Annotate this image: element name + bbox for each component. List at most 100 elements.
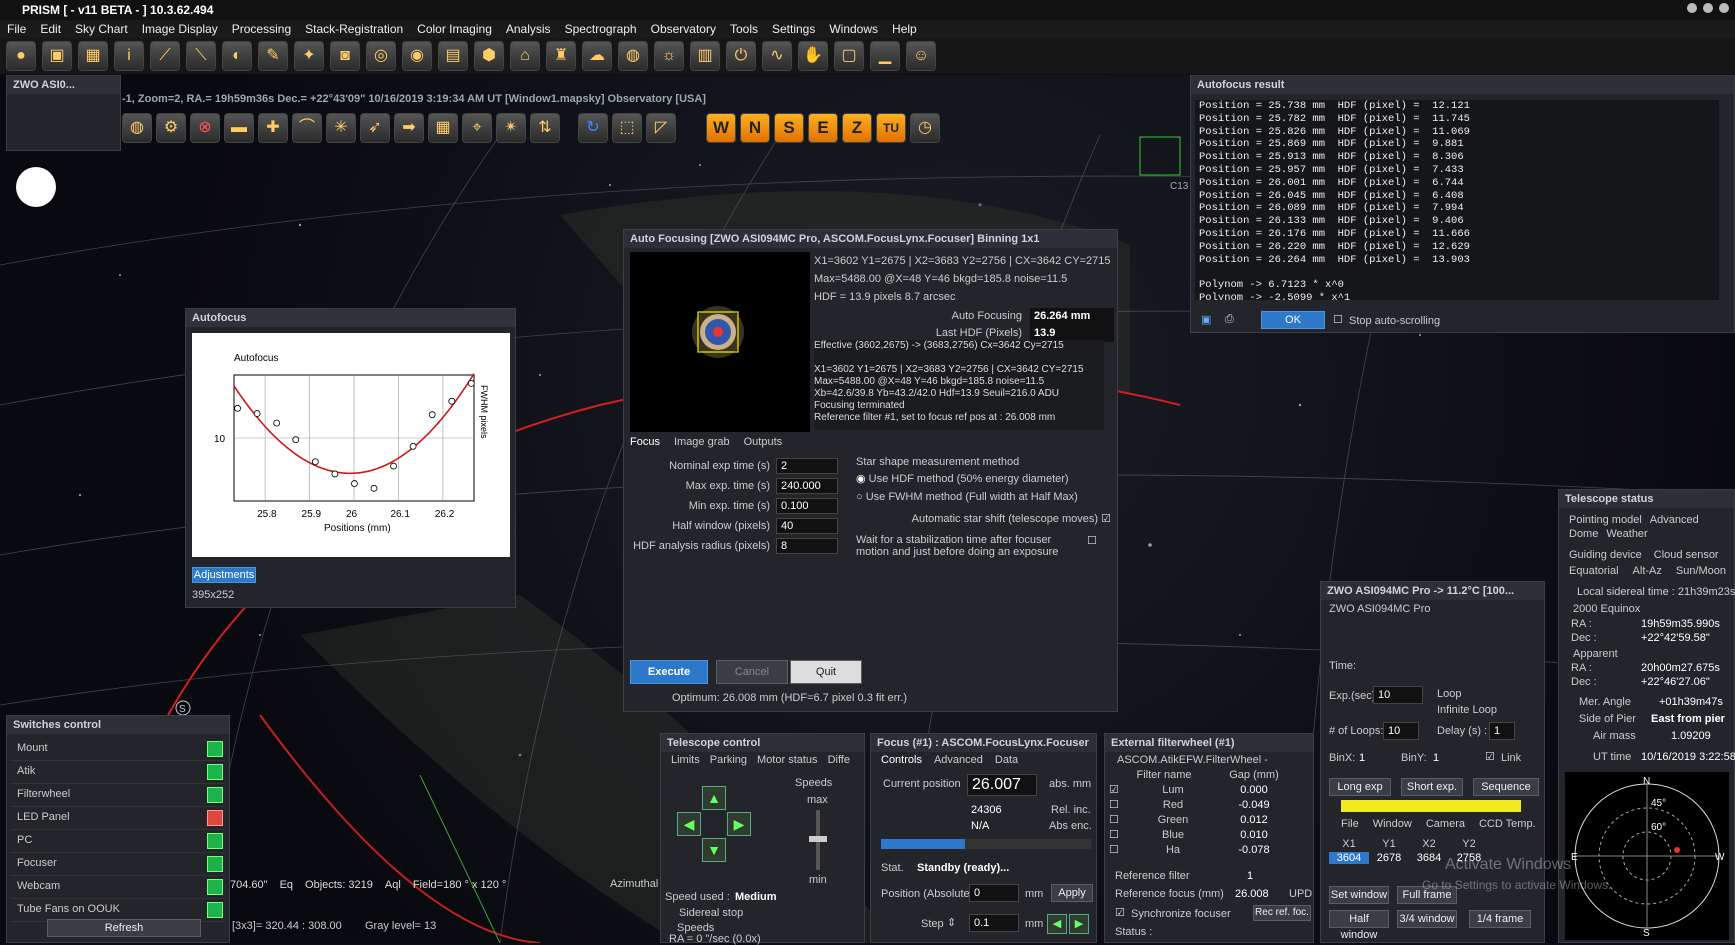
- burst-icon[interactable]: ✴: [496, 113, 526, 143]
- gears-icon[interactable]: ⚙: [156, 113, 186, 143]
- filter-checkbox[interactable]: ☐: [1109, 828, 1127, 843]
- arc-icon[interactable]: ⌒: [292, 113, 322, 143]
- tab-sun-moon[interactable]: Sun/Moon: [1676, 565, 1726, 577]
- delay-input[interactable]: 1: [1489, 722, 1515, 740]
- filter-gap[interactable]: -0.049: [1219, 798, 1289, 813]
- user-icon[interactable]: ☺: [906, 41, 936, 71]
- menu-windows[interactable]: Windows: [822, 20, 885, 38]
- menu-edit[interactable]: Edit: [33, 20, 68, 38]
- stop-scroll-checkbox[interactable]: ☐: [1333, 313, 1343, 326]
- execute-button[interactable]: Execute: [630, 660, 708, 684]
- copy-icon[interactable]: ▣: [1201, 313, 1211, 326]
- tab-window[interactable]: Window: [1373, 818, 1412, 830]
- wand-icon[interactable]: ✎: [258, 41, 288, 71]
- filter-checkbox[interactable]: ☐: [1109, 843, 1127, 858]
- exp-input[interactable]: 10: [1373, 686, 1423, 704]
- ruler-icon[interactable]: ◸: [646, 113, 676, 143]
- nav-n-button[interactable]: N: [740, 113, 770, 143]
- calc-icon[interactable]: ▥: [690, 41, 720, 71]
- speed-slider-handle[interactable]: [809, 836, 827, 842]
- switch-toggle[interactable]: [207, 741, 223, 757]
- three-quarter-button[interactable]: 3/4 window: [1397, 910, 1457, 928]
- tab-equatorial[interactable]: Equatorial: [1569, 565, 1619, 577]
- save-icon[interactable]: ▣: [42, 41, 72, 71]
- camera-icon[interactable]: ◙: [330, 41, 360, 71]
- coord-value[interactable]: 2678: [1369, 852, 1409, 864]
- observatory-icon[interactable]: ♜: [546, 41, 576, 71]
- filter-row[interactable]: ☑ Lum 0.000: [1109, 783, 1299, 798]
- sphere-icon[interactable]: ◍: [618, 41, 648, 71]
- menu-processing[interactable]: Processing: [225, 20, 298, 38]
- cancel-button[interactable]: Cancel: [716, 660, 788, 684]
- param-input[interactable]: 40: [776, 518, 838, 534]
- tab-pointing-model[interactable]: Pointing model: [1569, 514, 1642, 526]
- power-icon[interactable]: ⏻: [726, 41, 756, 71]
- hdf-radio[interactable]: ◉: [856, 473, 869, 485]
- menu-analysis[interactable]: Analysis: [499, 20, 558, 38]
- maximize-icon[interactable]: [1703, 3, 1713, 13]
- upd-label[interactable]: UPD: [1289, 888, 1312, 900]
- menu-file[interactable]: File: [0, 20, 33, 38]
- link-checkbox[interactable]: ☑: [1485, 750, 1495, 763]
- set-window-button[interactable]: Set window: [1329, 886, 1389, 904]
- wait-checkbox[interactable]: ☐: [1087, 534, 1097, 558]
- calendar-icon[interactable]: ▦: [428, 113, 458, 143]
- nav-w-button[interactable]: W: [706, 113, 736, 143]
- switch-toggle[interactable]: [207, 764, 223, 780]
- quarter-frame-button[interactable]: 1/4 frame: [1469, 910, 1531, 928]
- param-input[interactable]: 240.000: [776, 478, 838, 494]
- tab-ccd-temp[interactable]: CCD Temp.: [1479, 818, 1536, 830]
- clock-icon[interactable]: ◷: [910, 113, 940, 143]
- cloud-icon[interactable]: ☁: [582, 41, 612, 71]
- step-spinner-icon[interactable]: ⇕: [947, 916, 956, 929]
- filter-checkbox[interactable]: ☐: [1109, 813, 1127, 828]
- dome-icon[interactable]: ⌂: [510, 41, 540, 71]
- filter-gap[interactable]: -0.078: [1219, 843, 1289, 858]
- image-icon[interactable]: ▦: [78, 41, 108, 71]
- focuser-icon[interactable]: ◎: [366, 41, 396, 71]
- sequence-button[interactable]: Sequence: [1473, 778, 1539, 796]
- cancel-icon[interactable]: ⊗: [190, 113, 220, 143]
- tab-cloud-sensor[interactable]: Cloud sensor: [1654, 549, 1719, 561]
- panel-icon[interactable]: ▢: [834, 41, 864, 71]
- switch-toggle[interactable]: [207, 810, 223, 826]
- tab-diffe[interactable]: Diffe: [828, 754, 850, 766]
- status-projection[interactable]: Eq: [280, 879, 293, 891]
- auto-shift-checkbox[interactable]: ☑: [1098, 513, 1111, 525]
- step-input[interactable]: 0.1: [969, 914, 1019, 932]
- tab-motor-status[interactable]: Motor status: [757, 754, 818, 766]
- open-icon[interactable]: ●: [6, 41, 36, 71]
- adjustments-button[interactable]: Adjustments: [192, 567, 256, 583]
- moon-icon[interactable]: ◐: [222, 41, 252, 71]
- filter-gap[interactable]: 0.012: [1219, 813, 1289, 828]
- param-input[interactable]: 2: [776, 458, 838, 474]
- switch-toggle[interactable]: [207, 787, 223, 803]
- globe-icon[interactable]: ◍: [122, 113, 152, 143]
- filter-gap[interactable]: 0.010: [1219, 828, 1289, 843]
- focus-out-icon[interactable]: ▶: [1069, 914, 1089, 934]
- mount-icon[interactable]: ⟍: [186, 41, 216, 71]
- half-window-button[interactable]: Half window: [1329, 910, 1389, 941]
- east-arrow-icon[interactable]: ▶: [727, 812, 751, 836]
- tab-file[interactable]: File: [1341, 818, 1359, 830]
- ccd-icon[interactable]: ▤: [438, 41, 468, 71]
- select-icon[interactable]: ⬚: [612, 113, 642, 143]
- refresh-icon[interactable]: ↻: [578, 113, 608, 143]
- tab-guiding-device[interactable]: Guiding device: [1569, 549, 1642, 561]
- filter-icon[interactable]: ◉: [402, 41, 432, 71]
- target-icon[interactable]: ✚: [258, 113, 288, 143]
- loop-label[interactable]: Loop: [1437, 688, 1461, 700]
- short-exp-button[interactable]: Short exp.: [1401, 778, 1463, 796]
- param-input[interactable]: 8: [776, 538, 838, 554]
- print-icon[interactable]: ⎙: [1225, 313, 1234, 326]
- guider-icon[interactable]: ⬢: [474, 41, 504, 71]
- tab-parking[interactable]: Parking: [710, 754, 747, 766]
- refresh-button[interactable]: Refresh: [47, 919, 201, 937]
- minimize-icon[interactable]: [1687, 3, 1697, 13]
- quit-button[interactable]: Quit: [790, 660, 862, 684]
- apply-button[interactable]: Apply: [1051, 884, 1093, 902]
- nav-tu-button[interactable]: TU: [876, 113, 906, 143]
- arrow-up-icon[interactable]: ➶: [360, 113, 390, 143]
- switch-toggle[interactable]: [207, 879, 223, 895]
- binx-value[interactable]: 1: [1359, 752, 1365, 764]
